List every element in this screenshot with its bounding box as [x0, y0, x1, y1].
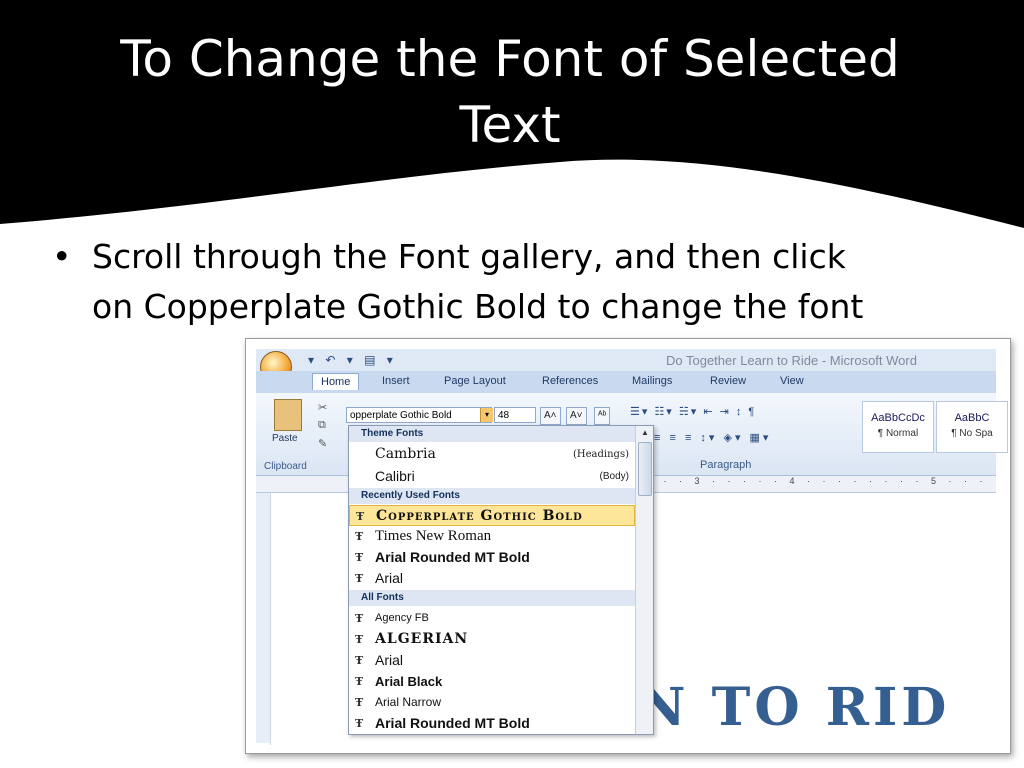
- bullet-line-2: on Copperplate Gothic Bold to change the…: [92, 287, 864, 326]
- slide-title-line-1: To Change the Font of Selected: [120, 30, 900, 88]
- style-normal-name: ¶ Normal: [877, 428, 919, 439]
- font-item-label: Arial: [375, 652, 404, 668]
- tab-page-layout[interactable]: Page Layout: [444, 375, 506, 387]
- font-item-calibri[interactable]: Calibri (Body): [349, 466, 635, 487]
- font-item-agency-fb[interactable]: Ŧ Agency FB: [349, 608, 635, 629]
- font-item-label: Arial Narrow: [375, 695, 442, 709]
- font-item-label: Calibri: [375, 468, 415, 484]
- truetype-icon: Ŧ: [355, 633, 365, 646]
- tab-view[interactable]: View: [780, 375, 804, 387]
- paragraph-list-buttons[interactable]: ☰▾ ☷▾ ☵▾ ⇤ ⇥ ↕ ¶: [630, 405, 756, 418]
- font-item-copperplate-gothic-bold[interactable]: Ŧ Copperplate Gothic Bold: [349, 505, 635, 526]
- paragraph-group-label: Paragraph: [700, 459, 752, 471]
- word-screenshot: ▾ ↶ ▾ ▤ ▾ Do Together Learn to Ride - Mi…: [245, 338, 1011, 754]
- font-item-label: Copperplate Gothic Bold: [376, 508, 583, 524]
- theme-fonts-header: Theme Fonts: [349, 426, 635, 442]
- bullet-line-1: Scroll through the Font gallery, and the…: [92, 237, 846, 276]
- shrink-font-button[interactable]: A˅: [566, 407, 587, 425]
- truetype-icon: Ŧ: [355, 696, 364, 709]
- truetype-icon: Ŧ: [355, 530, 364, 543]
- style-no-spacing-name: ¶ No Spa: [951, 428, 993, 439]
- grow-font-button[interactable]: A˄: [540, 407, 561, 425]
- font-gallery[interactable]: Theme Fonts Cambria (Headings) Calibri (…: [348, 425, 654, 735]
- scroll-up-icon[interactable]: ▲: [636, 426, 653, 440]
- font-item-arial-rounded-mt-bold-2[interactable]: Ŧ Arial Rounded MT Bold: [349, 713, 635, 734]
- style-normal[interactable]: AaBbCcDc ¶ Normal: [862, 401, 934, 453]
- scrollbar-thumb[interactable]: [638, 442, 652, 496]
- font-item-times-new-roman[interactable]: Ŧ Times New Roman: [349, 526, 635, 547]
- tab-review[interactable]: Review: [710, 375, 746, 387]
- truetype-icon: Ŧ: [355, 654, 364, 667]
- bullet-point: • Scroll through the Font gallery, and t…: [52, 232, 982, 332]
- font-item-label: Cambria: [375, 446, 436, 462]
- ribbon-tab-row: [256, 371, 996, 393]
- font-item-label: Times New Roman: [375, 528, 492, 544]
- font-item-arial-narrow[interactable]: Ŧ Arial Narrow: [349, 692, 635, 713]
- truetype-icon: Ŧ: [355, 612, 364, 625]
- slide-title-line-2: Text: [459, 96, 561, 154]
- font-item-label: Arial Rounded MT Bold: [375, 549, 530, 565]
- paragraph-align-buttons[interactable]: ≡ ≡ ≡ ↕▾ ◈▾ ▦▾: [654, 431, 771, 444]
- paste-label[interactable]: Paste: [272, 433, 298, 444]
- document-heading-text: N TO RID: [638, 677, 951, 738]
- style-no-spacing[interactable]: AaBbC ¶ No Spa: [936, 401, 1008, 453]
- font-item-arial-2[interactable]: Ŧ Arial: [349, 650, 635, 671]
- tab-home[interactable]: Home: [312, 373, 360, 390]
- font-name-box[interactable]: opperplate Gothic Bold: [346, 407, 492, 423]
- font-item-arial-rounded-mt-bold[interactable]: Ŧ Arial Rounded MT Bold: [349, 547, 635, 568]
- gallery-scrollbar[interactable]: ▲: [635, 426, 653, 734]
- font-item-label: Agency FB: [375, 612, 429, 624]
- font-item-arial-black[interactable]: Ŧ Arial Black: [349, 671, 635, 692]
- word-window-title: Do Together Learn to Ride - Microsoft Wo…: [666, 353, 917, 368]
- all-fonts-header: All Fonts: [349, 590, 635, 606]
- clear-formatting-icon[interactable]: ᴬᵇ: [594, 407, 611, 425]
- style-no-spacing-preview: AaBbC: [954, 412, 990, 424]
- font-item-label: Arial Rounded MT Bold: [375, 715, 530, 731]
- font-item-note: (Body): [599, 471, 629, 482]
- tab-insert[interactable]: Insert: [382, 375, 410, 387]
- shrink-font-label: A: [570, 410, 577, 421]
- quick-access-toolbar[interactable]: ▾ ↶ ▾ ▤ ▾: [308, 353, 397, 367]
- title-band: To Change the Font of Selected Text: [0, 0, 1024, 230]
- font-size-box[interactable]: 48: [494, 407, 536, 423]
- style-normal-preview: AaBbCcDc: [871, 412, 925, 424]
- vertical-ruler: [256, 493, 271, 743]
- font-item-label: Arial: [375, 570, 404, 586]
- slide-title: To Change the Font of Selected Text: [60, 26, 960, 158]
- truetype-icon: Ŧ: [355, 675, 364, 688]
- font-dropdown-arrow-icon[interactable]: ▾: [480, 408, 493, 422]
- truetype-icon: Ŧ: [355, 717, 364, 730]
- font-item-note: (Headings): [573, 449, 629, 460]
- font-item-arial[interactable]: Ŧ Arial: [349, 568, 635, 589]
- bullet-dot-icon: •: [52, 237, 72, 276]
- grow-font-label: A: [544, 410, 551, 421]
- paste-icon[interactable]: [274, 399, 302, 431]
- font-item-label: ALGERIAN: [375, 631, 469, 647]
- format-painter-icon[interactable]: ✎: [318, 437, 327, 450]
- font-item-algerian[interactable]: Ŧ ALGERIAN: [349, 629, 635, 650]
- truetype-icon: Ŧ: [356, 510, 366, 523]
- truetype-icon: Ŧ: [355, 551, 364, 564]
- tab-references[interactable]: References: [542, 375, 598, 387]
- copy-icon[interactable]: ⧉: [318, 419, 326, 432]
- font-item-cambria[interactable]: Cambria (Headings): [349, 444, 635, 465]
- tab-mailings[interactable]: Mailings: [632, 375, 672, 387]
- recent-fonts-header: Recently Used Fonts: [349, 488, 635, 504]
- truetype-icon: Ŧ: [355, 572, 364, 585]
- font-item-label: Arial Black: [375, 674, 443, 689]
- cut-icon[interactable]: ✂: [318, 401, 327, 414]
- clipboard-group-label: Clipboard: [264, 461, 307, 472]
- ruler-marks: · · · 3 · · · · · 4 · · · · · · · · 5 · …: [648, 476, 988, 486]
